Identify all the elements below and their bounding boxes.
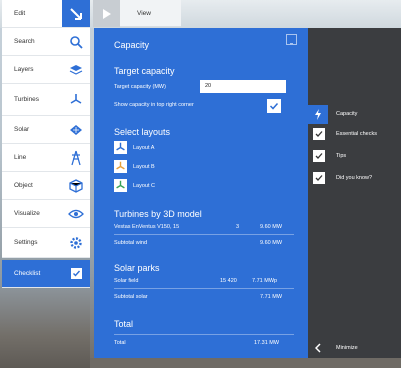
edit-label: Edit (14, 10, 26, 17)
map-background-bottom (0, 290, 90, 368)
checkbox-checked-icon (313, 128, 325, 140)
gear-icon (62, 228, 90, 257)
layout-a-label: Layout A (133, 145, 155, 151)
target-capacity-title: Target capacity (114, 66, 175, 76)
layout-c-label: Layout C (133, 183, 156, 189)
panel-title: Capacity (114, 40, 150, 50)
layout-b-icon[interactable] (114, 160, 127, 173)
toolbar-item-edit[interactable]: Edit (2, 0, 90, 28)
search-label: Search (14, 38, 35, 45)
turbines-label: Turbines (14, 96, 40, 103)
divider (114, 334, 294, 335)
view-label: View (137, 10, 151, 17)
show-capacity-label: Show capacity in top right corner (114, 102, 194, 108)
checklist-label-did-you-know: Did you know? (336, 175, 373, 181)
turbine-model-name: Vestas EnVentus V150, 15 (114, 224, 180, 230)
checkbox-checked-icon (313, 172, 325, 184)
toolbar-item-object[interactable]: Object (2, 172, 90, 200)
checklist-label-essential: Essential checks (336, 131, 377, 137)
total-title: Total (114, 319, 134, 329)
visualize-label: Visualize (14, 210, 40, 217)
total-value: 17.31 MW (254, 340, 280, 346)
checklist-item-essential[interactable]: Essential checks (308, 125, 401, 144)
divider (114, 234, 294, 235)
toolbar-item-visualize[interactable]: Visualize (2, 200, 90, 228)
layers-label: Layers (14, 66, 34, 73)
eye-icon (62, 200, 90, 227)
toolbar-item-search[interactable]: Search (2, 28, 90, 56)
turbine-count: 3 (236, 224, 240, 230)
layout-b-label: Layout B (133, 164, 155, 170)
power-line-icon (62, 144, 90, 171)
lightning-icon (308, 105, 328, 124)
checklist-item-capacity[interactable]: Capacity (308, 105, 401, 124)
solar-label: Solar (14, 126, 30, 133)
layers-icon (62, 56, 90, 83)
view-tab[interactable]: View (93, 0, 181, 27)
play-icon (93, 0, 120, 27)
subtotal-solar-label: Subtotal solar (114, 294, 148, 300)
layout-a-icon[interactable] (114, 141, 127, 154)
turbines-title: Turbines by 3D model (114, 209, 202, 219)
target-capacity-label: Target capacity (MW) (114, 84, 166, 90)
solar-parks-title: Solar parks (114, 263, 160, 273)
show-capacity-checkbox[interactable] (267, 99, 281, 113)
solar-field-name: Solar field (114, 278, 139, 284)
object-label: Object (14, 182, 33, 189)
toolbar-item-layers[interactable]: Layers (2, 56, 90, 84)
target-capacity-input[interactable]: 20 (200, 80, 286, 93)
solar-field-count: 15 420 (220, 278, 237, 284)
select-layouts-title: Select layouts (114, 127, 171, 137)
checklist-label: Checklist (14, 270, 41, 277)
minimize-label: Minimize (336, 345, 358, 351)
turbine-icon (62, 84, 90, 115)
settings-label: Settings (14, 239, 38, 246)
toolbar-item-solar[interactable]: Solar (2, 116, 90, 144)
toolbar-item-settings[interactable]: Settings (2, 228, 90, 258)
cube-icon (62, 172, 90, 199)
solar-field-capacity: 7.71 MWp (252, 278, 278, 284)
turbine-capacity: 9.60 MW (260, 224, 283, 230)
minimize-button[interactable]: Minimize (313, 343, 393, 355)
minimize-panel-icon[interactable] (286, 34, 297, 45)
checklist-label-tips: Tips (336, 153, 347, 159)
subtotal-wind-label: Subtotal wind (114, 240, 148, 246)
map-background-strip (90, 358, 401, 368)
search-icon (62, 28, 90, 55)
total-label: Total (114, 340, 126, 346)
divider (114, 288, 294, 289)
checklist-item-did-you-know[interactable]: Did you know? (308, 169, 401, 188)
layout-c-icon[interactable] (114, 179, 127, 192)
capacity-panel: Capacity Target capacity Target capacity… (94, 28, 308, 358)
subtotal-wind-value: 9.60 MW (260, 240, 283, 246)
chevron-left-icon (314, 343, 321, 355)
toolbar-item-line[interactable]: Line (2, 144, 90, 172)
cursor-arrow-icon (62, 0, 90, 27)
checklist-label-capacity: Capacity (336, 111, 358, 117)
toolbar-item-checklist[interactable]: Checklist (2, 260, 90, 288)
solar-panel-icon (62, 116, 90, 143)
toolbar-item-turbines[interactable]: Turbines (2, 84, 90, 116)
subtotal-solar-value: 7.71 MW (260, 294, 283, 300)
checklist-item-tips[interactable]: Tips (308, 147, 401, 166)
checklist-sidebar: Capacity Essential checks Tips Did you k… (308, 28, 401, 358)
checkbox-checked-icon (313, 150, 325, 162)
checkbox-icon (62, 260, 90, 287)
line-label: Line (14, 154, 27, 161)
